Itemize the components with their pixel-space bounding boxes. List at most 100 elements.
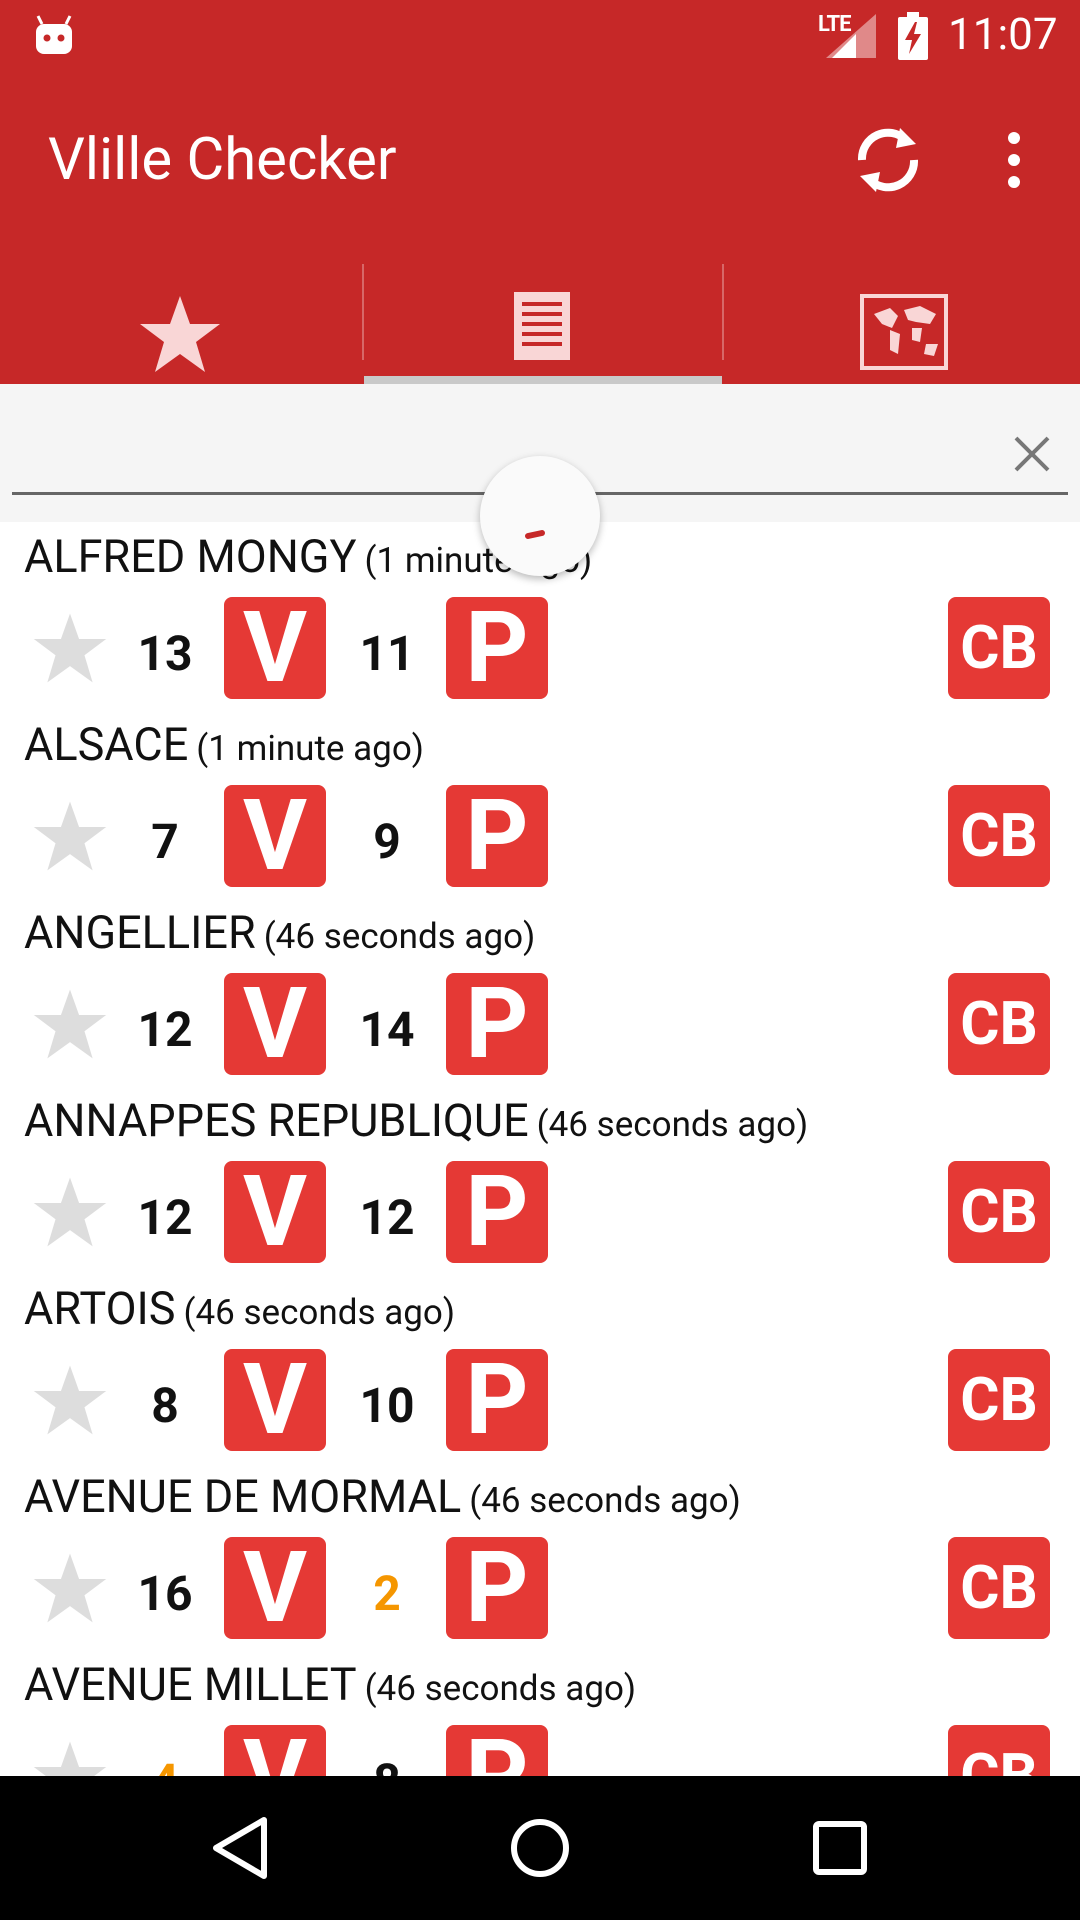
star-icon <box>33 1177 107 1247</box>
station-name: AVENUE DE MORMAL (46 seconds ago) <box>24 1470 741 1523</box>
parking-badge: P <box>446 597 548 699</box>
station-name-label: AVENUE DE MORMAL <box>24 1470 462 1523</box>
slots-available-count: 8 <box>332 1750 442 1776</box>
slots-available-count: 11 <box>359 625 415 682</box>
favorite-toggle[interactable] <box>32 1362 108 1438</box>
app-bar: Vlille Checker <box>0 72 1080 384</box>
parking-badge: P <box>446 973 548 1075</box>
tab-list[interactable] <box>362 262 722 382</box>
clear-search-button[interactable] <box>1002 424 1062 484</box>
station-row[interactable]: AVENUE MILLET(46 seconds ago) 4V8P CB <box>0 1650 1080 1776</box>
back-button[interactable] <box>204 1812 276 1884</box>
card-payment-badge: CB <box>948 1349 1050 1451</box>
overflow-menu-icon <box>1008 132 1020 188</box>
parking-badge: P <box>446 785 548 887</box>
home-icon <box>511 1819 569 1877</box>
station-row[interactable]: ANNAPPES REPUBLIQUE (46 seconds ago) 12 V 12… <box>0 1086 1080 1277</box>
slots-available-count: 2 <box>373 1565 401 1622</box>
card-payment-badge: CB <box>948 1725 1050 1776</box>
station-updated-time: (46 seconds ago) <box>183 1292 456 1333</box>
star-icon <box>33 801 107 871</box>
star-icon <box>140 296 220 372</box>
station-name: AVENUE MILLET (46 seconds ago) <box>24 1658 636 1711</box>
card-payment-badge: CB <box>948 1161 1050 1263</box>
star-icon <box>33 989 107 1059</box>
bikes-badge: V <box>224 785 326 887</box>
parking-badge: P <box>446 1161 548 1263</box>
android-icon <box>36 15 72 54</box>
station-row[interactable]: AVENUE DE MORMAL (46 seconds ago) 16 V 2 P CB <box>0 1462 1080 1653</box>
star-icon <box>33 1553 107 1623</box>
bikes-available-count: 12 <box>137 1189 193 1246</box>
station-name-label: ARTOIS <box>24 1282 176 1335</box>
tab-selected-indicator <box>364 376 722 384</box>
station-name-label: AVENUE MILLET <box>24 1658 357 1711</box>
favorite-toggle[interactable] <box>32 1550 108 1626</box>
bikes-available-count: 4 <box>110 1750 220 1776</box>
bikes-available-count: 8 <box>151 1377 179 1434</box>
station-name-label: ANNAPPES REPUBLIQUE <box>24 1094 529 1147</box>
station-name-label: ALSACE <box>24 718 189 771</box>
status-bar: LTE 11:07 <box>0 0 1080 72</box>
station-name: ANNAPPES REPUBLIQUE (46 seconds ago) <box>24 1094 808 1147</box>
parking-badge: P <box>446 1725 548 1776</box>
card-payment-badge: CB <box>948 1537 1050 1639</box>
loading-spinner <box>480 456 600 576</box>
slots-available-count: 10 <box>359 1377 415 1434</box>
station-updated-time: (46 seconds ago) <box>536 1104 809 1145</box>
station-updated-time: (46 seconds ago) <box>469 1480 741 1521</box>
slots-available-count: 14 <box>359 1001 415 1058</box>
station-row[interactable]: ANGELLIER (46 seconds ago) 12 V 14 P CB <box>0 898 1080 1089</box>
station-list[interactable]: ALFRED MONGY (1 minute ago) 13 V 11 P CB ALSACE… <box>0 522 1080 1776</box>
bikes-badge: V <box>224 973 326 1075</box>
card-payment-badge: CB <box>948 785 1050 887</box>
recents-icon <box>813 1821 867 1875</box>
bikes-badge: V <box>224 597 326 699</box>
bikes-available-count: 12 <box>137 1001 193 1058</box>
station-updated-time: (1 minute ago) <box>196 728 424 769</box>
station-name-label: ANGELLIER <box>24 906 256 959</box>
favorite-toggle[interactable] <box>32 610 108 686</box>
station-row[interactable]: ARTOIS (46 seconds ago) 8 V 10 P CB <box>0 1274 1080 1465</box>
spinner-arc-icon <box>525 530 545 539</box>
tab-favorites[interactable] <box>0 262 360 382</box>
bikes-badge: V <box>224 1537 326 1639</box>
station-row[interactable]: ALSACE (1 minute ago) 7 V 9 P CB <box>0 710 1080 901</box>
bikes-available-count: 16 <box>137 1565 193 1622</box>
favorite-toggle[interactable] <box>32 798 108 874</box>
app-title: Vlille Checker <box>48 126 397 194</box>
station-name: ALSACE (1 minute ago) <box>24 718 424 771</box>
station-updated-time: (46 seconds ago) <box>263 916 536 957</box>
home-button[interactable] <box>504 1812 576 1884</box>
card-payment-badge: CB <box>948 973 1050 1075</box>
bikes-badge: V <box>224 1349 326 1451</box>
slots-available-count: 9 <box>373 813 401 870</box>
list-icon <box>514 292 570 360</box>
station-name: ARTOIS (46 seconds ago) <box>24 1282 455 1335</box>
slots-available-count: 12 <box>359 1189 415 1246</box>
favorite-toggle[interactable] <box>32 986 108 1062</box>
star-icon <box>33 1741 107 1776</box>
bikes-available-count: 13 <box>137 625 193 682</box>
star-icon <box>33 1365 107 1435</box>
overflow-menu-button[interactable] <box>990 128 1038 192</box>
map-icon <box>860 294 948 370</box>
bikes-badge: V <box>224 1161 326 1263</box>
favorite-toggle[interactable] <box>32 1738 108 1776</box>
station-name: ANGELLIER (46 seconds ago) <box>24 906 535 959</box>
battery-charging-icon <box>898 12 928 60</box>
refresh-icon <box>857 128 919 192</box>
refresh-button[interactable] <box>844 116 932 204</box>
signal-icon <box>826 14 876 58</box>
recents-button[interactable] <box>804 1812 876 1884</box>
parking-badge: P <box>446 1537 548 1639</box>
tab-map[interactable] <box>722 262 1080 382</box>
back-icon <box>213 1817 267 1879</box>
station-updated-time: (46 seconds ago) <box>364 1668 637 1709</box>
card-payment-badge: CB <box>948 597 1050 699</box>
system-nav-bar <box>0 1776 1080 1920</box>
favorite-toggle[interactable] <box>32 1174 108 1250</box>
star-icon <box>33 613 107 683</box>
bikes-available-count: 7 <box>151 813 179 870</box>
station-name-label: ALFRED MONGY <box>24 530 357 583</box>
